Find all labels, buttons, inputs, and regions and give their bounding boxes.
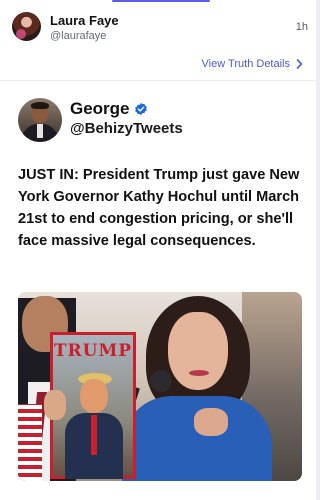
view-truth-details-link[interactable]: View Truth Details: [202, 58, 303, 70]
tweet-author-name-row: George: [70, 99, 148, 119]
divider: [0, 80, 316, 81]
tweet-author-handle: @BehizyTweets: [70, 120, 183, 137]
author-avatar[interactable]: [12, 12, 41, 41]
verified-badge-icon: [134, 102, 147, 116]
chevron-right-icon: [296, 59, 303, 69]
tweet-author-name: George: [70, 99, 130, 118]
speaker-face: [168, 312, 228, 390]
speaker-jacket: [122, 396, 272, 481]
tweet-text: JUST IN: President Trump just gave New Y…: [18, 167, 300, 249]
author-handle[interactable]: @laurafaye: [50, 30, 106, 42]
post-header: Laura Faye @laurafaye 1h: [12, 12, 308, 44]
view-truth-details-label: View Truth Details: [201, 58, 290, 70]
tweet-photo[interactable]: TRUMP: [18, 292, 302, 481]
scrollbar-track[interactable]: [316, 0, 320, 500]
magazine-title: TRUMP: [53, 341, 133, 361]
post-timestamp: 1h: [295, 21, 308, 33]
active-tab-indicator: [112, 0, 210, 2]
tweet-author-avatar: [18, 98, 62, 142]
microphone: [150, 370, 172, 392]
author-name[interactable]: Laura Faye: [50, 13, 119, 28]
